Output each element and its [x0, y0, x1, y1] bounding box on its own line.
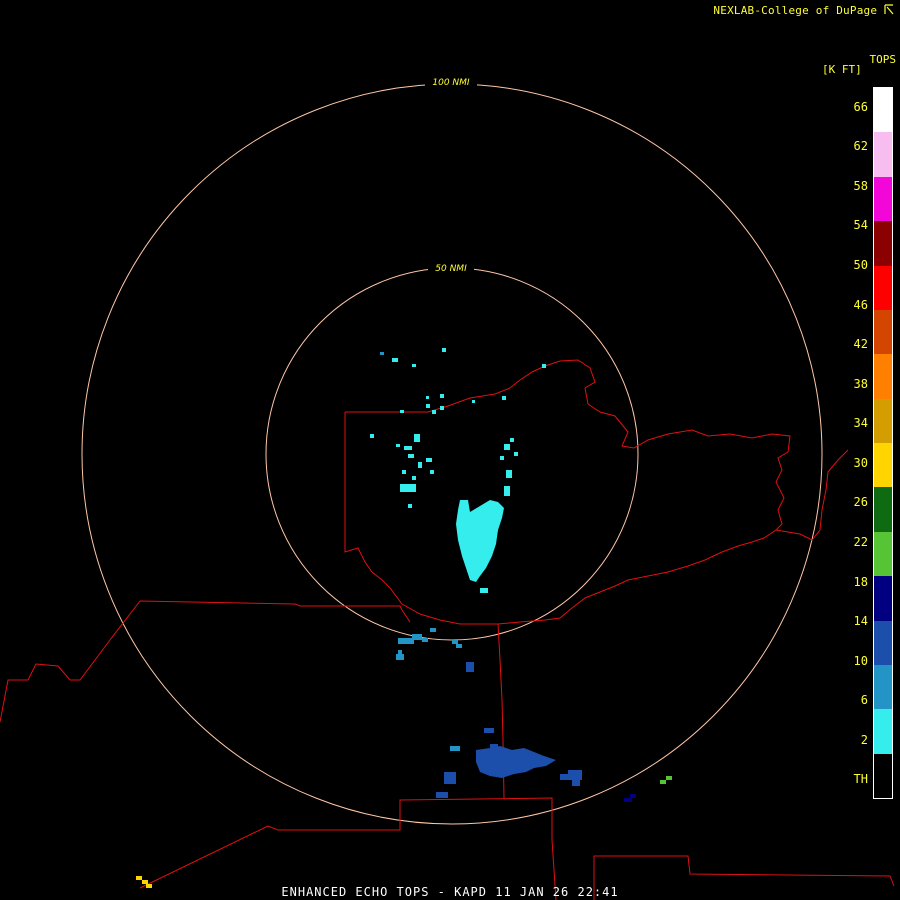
legend-label: 38 — [853, 376, 868, 391]
legend-swatch — [874, 443, 892, 488]
legend-label: 58 — [853, 178, 868, 193]
echo-navy — [624, 794, 636, 802]
legend-swatch — [874, 88, 892, 133]
ring-label-50nmi: 50 NMI — [435, 264, 467, 274]
ring-labels: 100 NMI 50 NMI — [425, 76, 477, 274]
legend-units: [K FT] — [822, 63, 862, 76]
legend-swatch — [874, 709, 892, 754]
credit-text: NEXLAB-College of DuPage — [713, 4, 894, 17]
legend-swatch — [874, 531, 892, 577]
credit-label: NEXLAB-College of DuPage — [713, 4, 878, 17]
boundary-west-line — [344, 412, 777, 625]
echo-main-cyan — [456, 500, 504, 582]
legend-label: 22 — [853, 534, 868, 549]
legend-label: 42 — [853, 337, 868, 352]
legend-label: 30 — [853, 455, 868, 470]
boundary-north-line — [345, 359, 813, 541]
range-rings — [81, 83, 823, 825]
legend-swatch — [874, 265, 892, 310]
radar-map: 100 NMI 50 NMI — [0, 76, 895, 900]
range-ring-50nmi — [265, 267, 639, 641]
legend-title: TOPS — [869, 53, 897, 66]
legend-swatch — [874, 620, 892, 665]
legend-swatch — [874, 176, 892, 222]
ring-label-100nmi: 100 NMI — [432, 78, 470, 88]
legend-label: 2 — [860, 732, 868, 747]
radar-echoes — [136, 348, 672, 888]
legend-color-bar — [873, 87, 893, 799]
legend-swatch — [874, 576, 892, 621]
legend-label: 54 — [853, 218, 868, 233]
legend-swatch — [874, 487, 892, 532]
legend-label: 46 — [853, 297, 868, 312]
legend-swatch — [874, 398, 892, 443]
legend-label: 18 — [853, 574, 868, 589]
legend-swatch — [874, 221, 892, 266]
boundary-lines — [0, 359, 895, 900]
legend-swatch — [874, 664, 892, 710]
echo-small-cyan — [370, 348, 546, 593]
legend-label: 62 — [853, 139, 868, 154]
echo-green — [660, 776, 672, 784]
legend-label: 14 — [853, 614, 868, 629]
legend-label: TH — [853, 772, 868, 787]
legend-swatch — [874, 753, 892, 798]
legend-label: 66 — [853, 99, 868, 114]
legend-labels: 66 62 58 54 50 46 42 38 34 30 26 22 18 14 10 6 2 TH — [836, 87, 868, 799]
range-ring-100nmi — [81, 83, 823, 825]
product-title: ENHANCED ECHO TOPS - KAPD 11 JAN 26 22:4… — [281, 885, 619, 899]
boundary-southwest-line — [0, 600, 411, 723]
cod-logo-icon — [884, 4, 894, 15]
legend-label: 26 — [853, 495, 868, 510]
legend-label: 6 — [860, 693, 868, 708]
legend-label: 10 — [853, 653, 868, 668]
legend-swatch — [874, 132, 892, 177]
legend-swatch — [874, 354, 892, 399]
legend-swatch — [874, 309, 892, 355]
echo-blue-small — [436, 662, 582, 798]
echo-blue-storm — [476, 746, 556, 778]
legend-label: 50 — [853, 258, 868, 273]
legend-label: 34 — [853, 416, 868, 431]
